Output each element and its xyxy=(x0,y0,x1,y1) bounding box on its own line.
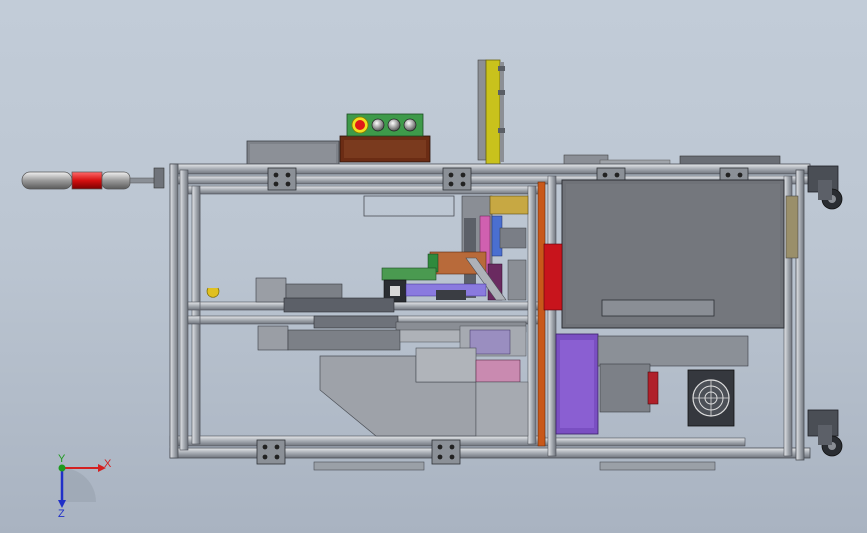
cad-viewport[interactable]: X Y Z xyxy=(0,0,867,533)
panel-button-1 xyxy=(371,118,385,132)
estop-button xyxy=(355,120,365,130)
z-axis-label: Z xyxy=(58,508,65,520)
assembly-top-view: X Y Z xyxy=(21,59,843,520)
axis-triad: X Y Z xyxy=(58,453,112,520)
x-axis-label: X xyxy=(104,458,112,470)
y-axis-label: Y xyxy=(58,453,66,465)
stack-light-red-segment xyxy=(71,171,103,190)
orange-divider-plate xyxy=(537,181,546,447)
stack-light xyxy=(21,167,165,190)
caster-bottom xyxy=(807,409,843,457)
control-panel xyxy=(339,113,431,163)
panel-button-3 xyxy=(403,118,417,132)
red-actuator-block xyxy=(543,243,563,311)
electrical-cabinet xyxy=(561,179,799,329)
panel-button-2 xyxy=(387,118,401,132)
casters xyxy=(807,165,843,457)
cabinet-handle xyxy=(601,299,715,317)
yellow-guide-rail xyxy=(477,59,505,165)
cooling-fan xyxy=(687,369,735,427)
caster-top xyxy=(807,165,843,210)
left-interior-mechanisms xyxy=(199,194,529,437)
y-axis-dot xyxy=(58,464,66,472)
